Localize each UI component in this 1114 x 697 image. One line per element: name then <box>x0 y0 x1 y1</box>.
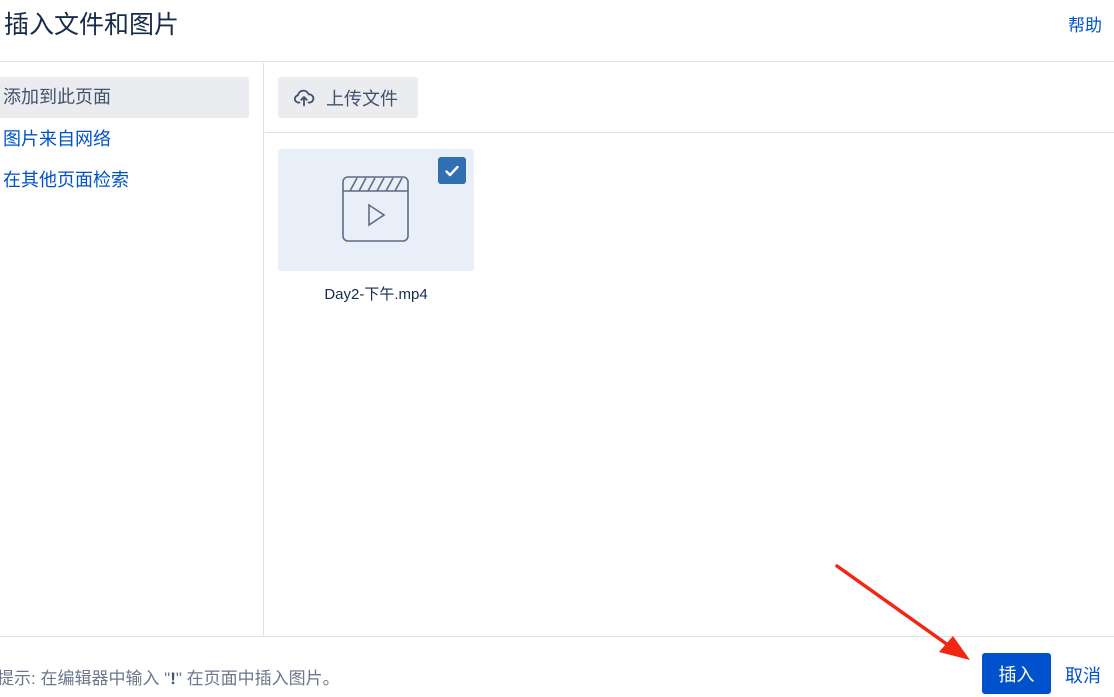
insert-button[interactable]: 插入 <box>982 653 1051 694</box>
sidebar: 添加到此页面 图片来自网络 在其他页面检索 <box>0 63 264 636</box>
insert-files-dialog: 插入文件和图片 帮助 添加到此页面 图片来自网络 在其他页面检索 上传文件 Da… <box>0 0 1114 697</box>
file-name: Day2-下午.mp4 <box>324 286 428 303</box>
hint-prefix: 提示: 在编辑器中输入 " <box>0 669 171 688</box>
cancel-link[interactable]: 取消 <box>1065 662 1101 688</box>
dialog-footer: 提示: 在编辑器中输入 "!" 在页面中插入图片。 插入 取消 <box>0 636 1114 697</box>
toolbar: 上传文件 <box>265 63 1114 133</box>
help-link[interactable]: 帮助 <box>1068 11 1102 36</box>
video-file-icon <box>342 176 409 242</box>
checkmark-icon <box>445 165 459 176</box>
cloud-upload-icon <box>293 89 315 106</box>
sidebar-item-web-image[interactable]: 图片来自网络 <box>0 119 249 160</box>
footer-hint: 提示: 在编辑器中输入 "!" 在页面中插入图片。 <box>0 664 340 689</box>
sidebar-item-search-other-pages[interactable]: 在其他页面检索 <box>0 160 249 201</box>
upload-file-label: 上传文件 <box>326 88 398 109</box>
hint-suffix: " 在页面中插入图片。 <box>175 669 340 688</box>
file-selected-checkbox[interactable] <box>438 157 466 184</box>
file-card[interactable]: Day2-下午.mp4 <box>278 149 474 309</box>
file-thumbnail[interactable] <box>278 149 474 271</box>
sidebar-item-add-to-page[interactable]: 添加到此页面 <box>0 77 249 118</box>
dialog-header: 插入文件和图片 帮助 <box>0 0 1114 62</box>
upload-file-button[interactable]: 上传文件 <box>278 77 418 118</box>
dialog-title: 插入文件和图片 <box>4 11 180 39</box>
main-panel: 上传文件 Day2-下午.mp4 <box>265 63 1114 636</box>
